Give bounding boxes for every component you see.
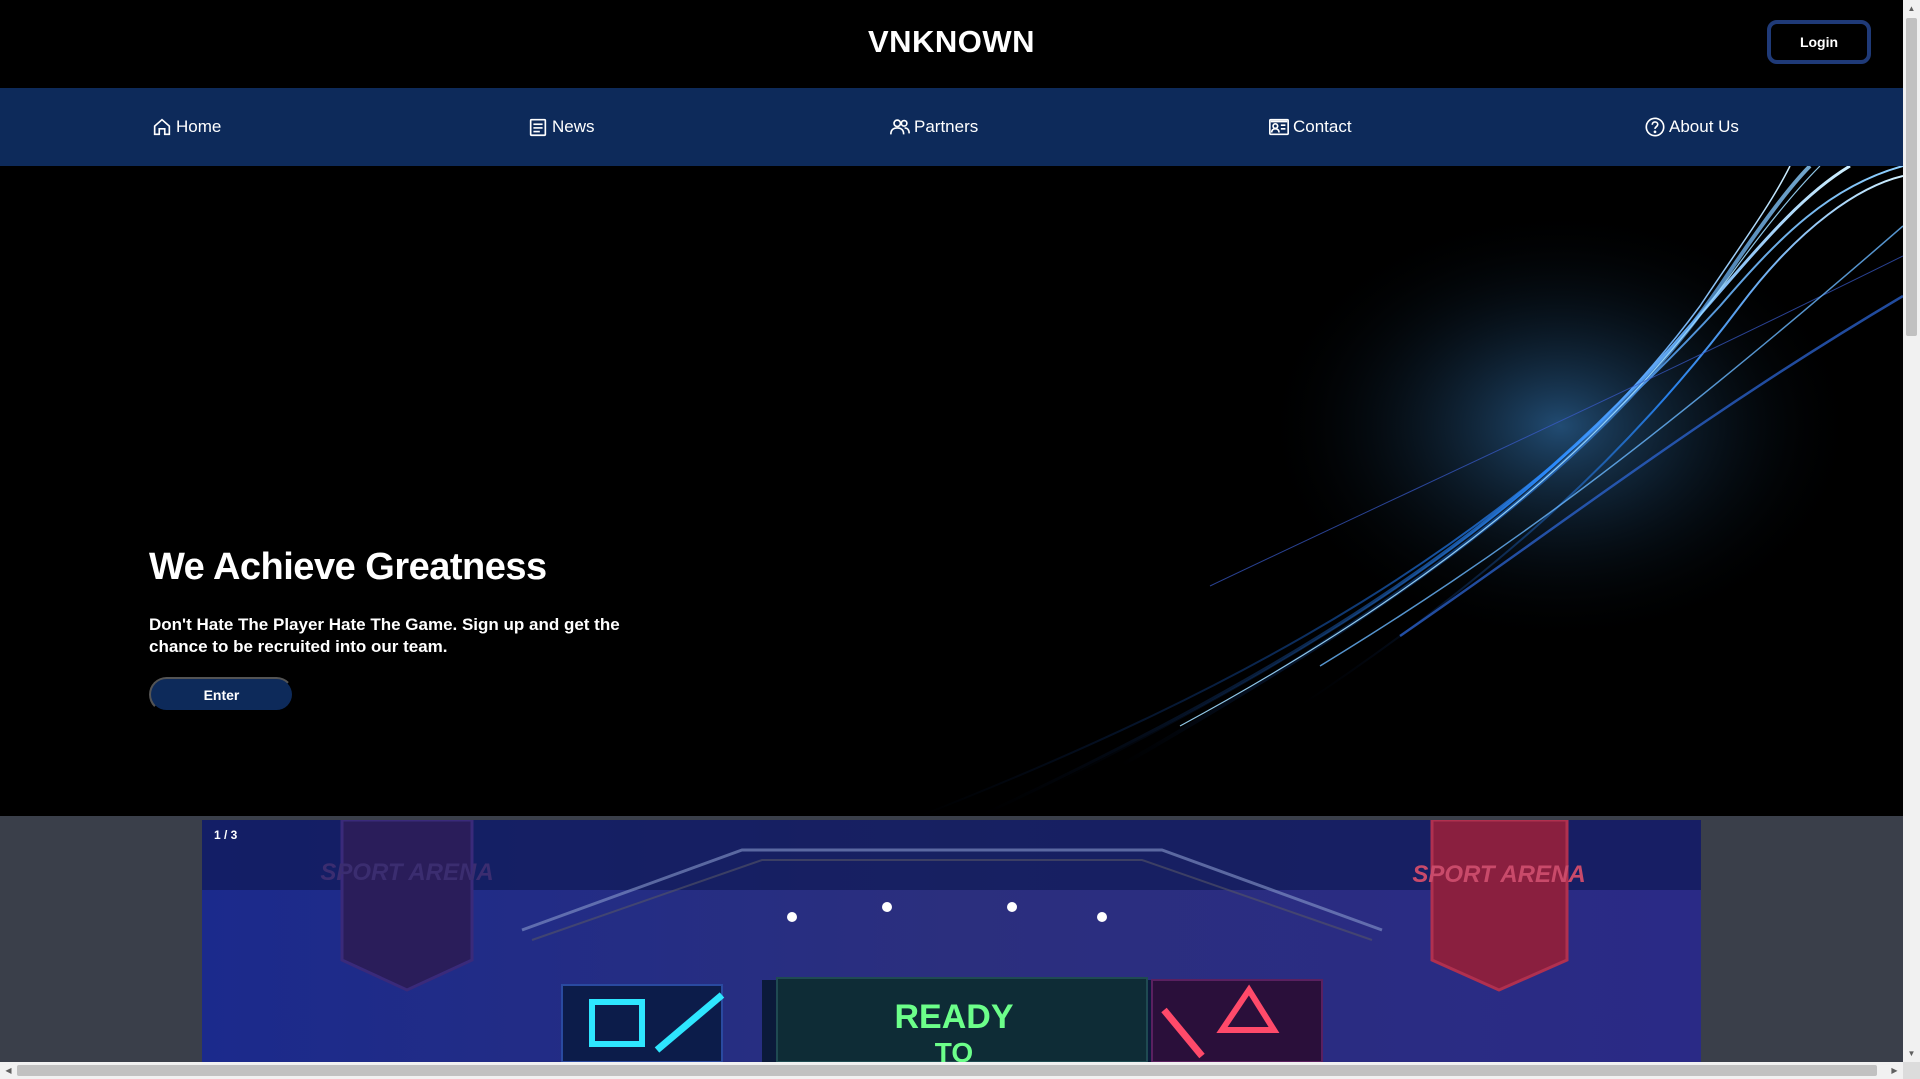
nav-item-label: Home <box>176 117 222 136</box>
hero-light-streaks <box>919 166 1903 816</box>
hero-section: We Achieve Greatness Don't Hate The Play… <box>0 166 1903 816</box>
horizontal-scrollbar[interactable]: ◀ ▶ <box>0 1062 1903 1079</box>
users-icon <box>890 119 910 135</box>
slide-counter: 1 / 3 <box>214 828 238 842</box>
home-icon <box>153 118 171 136</box>
scroll-down-arrow-icon[interactable]: ▼ <box>1903 1045 1920 1062</box>
vertical-scrollbar[interactable]: ▲ ▼ <box>1903 0 1920 1062</box>
site-brand[interactable]: VNKNOWN <box>0 24 1903 60</box>
screen-text-ready: READY <box>894 998 1013 1036</box>
scroll-left-arrow-icon[interactable]: ◀ <box>0 1062 17 1079</box>
login-button[interactable]: Login <box>1767 20 1871 64</box>
nav-item-label: News <box>552 117 595 136</box>
horizontal-scroll-thumb[interactable] <box>17 1065 1877 1076</box>
hero-title: We Achieve Greatness <box>149 546 547 588</box>
question-circle-icon <box>1645 117 1665 137</box>
scrollbar-corner <box>1903 1062 1920 1079</box>
top-header: VNKNOWN Login <box>0 0 1903 88</box>
image-slideshow[interactable]: SPORT ARENA SPORT ARENA READY TO 1 / 3 <box>202 820 1701 1062</box>
slide-image-arena: SPORT ARENA SPORT ARENA READY TO <box>202 820 1701 1062</box>
newspaper-icon <box>529 118 547 137</box>
nav-item-about-us[interactable]: About Us <box>1644 114 1739 140</box>
scroll-right-arrow-icon[interactable]: ▶ <box>1886 1062 1903 1079</box>
nav-item-label: Contact <box>1293 117 1352 136</box>
contact-card-icon <box>1269 118 1289 136</box>
nav-item-news[interactable]: News <box>527 114 595 140</box>
vertical-scroll-thumb[interactable] <box>1906 18 1917 336</box>
page-viewport: VNKNOWN Login Home News Partners Contact… <box>0 0 1903 1062</box>
scroll-up-arrow-icon[interactable]: ▲ <box>1903 0 1920 17</box>
main-nav: Home News Partners Contact About Us <box>0 88 1903 166</box>
nav-item-label: About Us <box>1669 117 1739 136</box>
nav-item-partners[interactable]: Partners <box>889 114 978 140</box>
nav-item-label: Partners <box>914 117 979 136</box>
hero-subtitle: Don't Hate The Player Hate The Game. Sig… <box>149 615 620 656</box>
nav-item-contact[interactable]: Contact <box>1268 114 1352 140</box>
banner-left-text: SPORT ARENA <box>320 859 493 886</box>
nav-item-home[interactable]: Home <box>151 114 221 140</box>
banner-right-text: SPORT ARENA <box>1412 861 1585 888</box>
enter-button[interactable]: Enter <box>149 677 294 712</box>
screen-text-to: TO <box>935 1037 973 1062</box>
